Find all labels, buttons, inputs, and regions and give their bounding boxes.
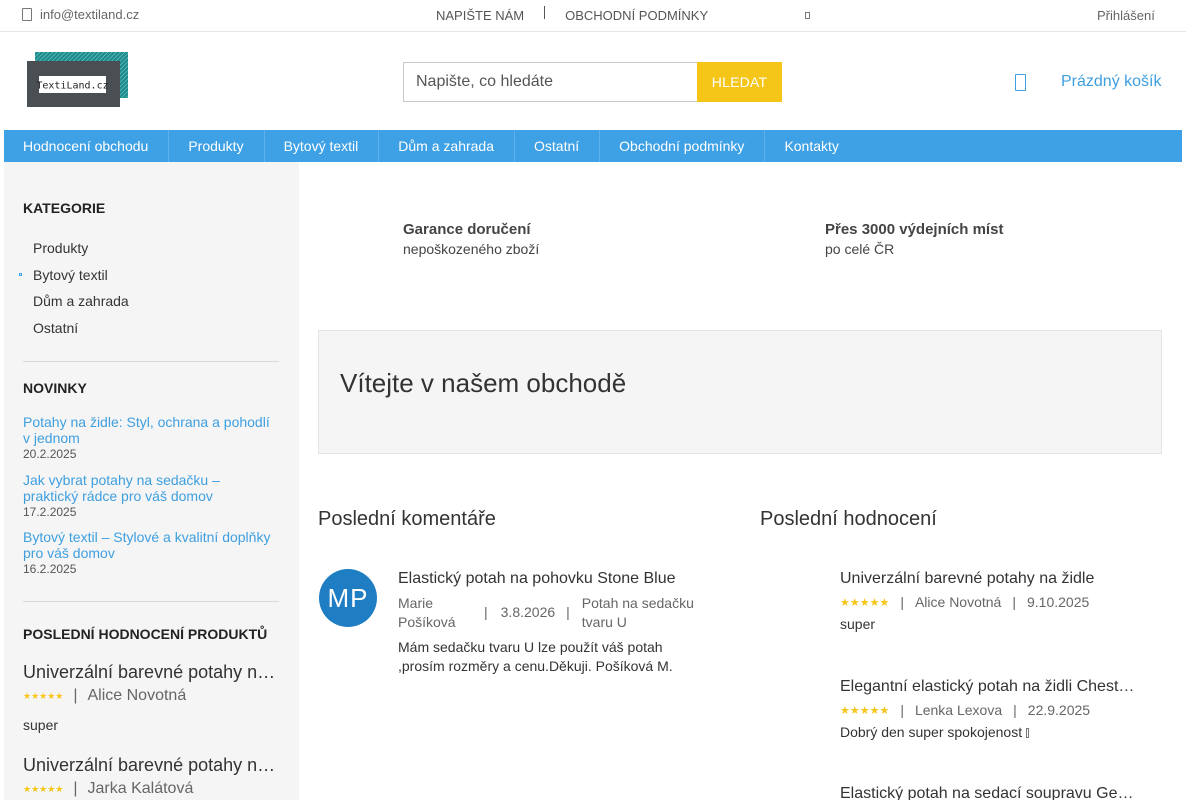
ratings-heading: Poslední hodnocení — [760, 508, 937, 530]
star-rating: ★★★★★ — [840, 704, 890, 717]
cart-link[interactable]: Prázdný košík — [1061, 73, 1161, 91]
rating-product-link[interactable]: Univerzální barevné potahy na židle — [840, 570, 1136, 588]
benefit-delivery: Garance doručení nepoškozeného zboží — [403, 221, 539, 257]
nav-item-home-garden[interactable]: Dům a zahrada — [379, 130, 515, 162]
rating-comment: Dobrý den super spokojenost — [840, 724, 1140, 740]
meta-divider: | — [900, 702, 904, 718]
category-label: Produkty — [33, 240, 89, 256]
sidebar-divider — [23, 601, 279, 602]
news-item: Bytový textil – Stylové a kvalitní doplň… — [23, 529, 279, 576]
terms-link[interactable]: OBCHODNÍ PODMÍNKY — [565, 8, 708, 23]
category-list: Produkty Bytový textil Dům a zahrada Ost… — [19, 240, 129, 347]
review-product-link[interactable]: Univerzální barevné potahy na židle — [23, 755, 279, 776]
email-text: info@textiland.cz — [40, 7, 140, 22]
logo-text: TextiLand.cz — [36, 81, 108, 92]
logo-graphic: TextiLand.cz — [27, 52, 128, 107]
meta-divider: | — [73, 780, 78, 797]
comments-heading: Poslední komentáře — [318, 508, 496, 530]
expand-icon — [19, 272, 22, 276]
category-label: Bytový textil — [33, 266, 108, 283]
phone-icon — [22, 8, 32, 21]
review-author: Alice Novotná — [87, 687, 187, 704]
meta-divider: | — [1012, 594, 1016, 610]
comment-title-link[interactable]: Elastický potah na pohovku Stone Blue — [398, 570, 676, 588]
product-reviews-heading: POSLEDNÍ HODNOCENÍ PRODUKTŮ — [23, 626, 268, 642]
search-input[interactable] — [403, 62, 697, 102]
nav-item-home-textile[interactable]: Bytový textil — [265, 130, 380, 162]
smile-icon — [1026, 728, 1029, 738]
comment-date: 3.8.2026 — [500, 604, 556, 620]
rating-date: 9.10.2025 — [1026, 594, 1090, 610]
meta-divider: | — [484, 604, 488, 620]
star-rating: ★★★★★ — [23, 783, 64, 794]
avatar: MP — [319, 569, 377, 627]
rating-comment: super — [840, 616, 876, 632]
news-item: Potahy na židle: Styl, ochrana a pohodlí… — [23, 414, 279, 461]
category-item-other[interactable]: Ostatní — [33, 320, 129, 347]
nav-item-store-reviews[interactable]: Hodnocení obchodu — [4, 130, 170, 162]
category-item-home-garden[interactable]: Dům a zahrada — [33, 293, 129, 320]
search-button[interactable]: HLEDAT — [697, 62, 782, 102]
meta-divider: | — [1013, 702, 1017, 718]
meta-divider: | — [73, 687, 78, 704]
category-item-products[interactable]: Produkty — [33, 240, 129, 267]
main-nav: Hodnocení obchodu Produkty Bytový textil… — [4, 130, 1182, 162]
meta-divider: | — [566, 604, 570, 620]
welcome-heading: Vítejte v našem obchodě — [340, 368, 627, 398]
comment-body: Mám sedačku tvaru U lze použít váš potah… — [398, 639, 673, 674]
top-links-divider — [544, 6, 546, 19]
category-item-home-textile[interactable]: Bytový textil — [19, 266, 129, 294]
benefit-title: Garance doručení — [403, 221, 531, 238]
rating-author: Alice Novotná — [914, 594, 1002, 610]
benefit-title: Přes 3000 výdejních míst — [825, 221, 1004, 238]
meta-divider: | — [900, 594, 904, 610]
news-title-link[interactable]: Bytový textil – Stylové a kvalitní doplň… — [23, 529, 279, 561]
rating-date: 22.9.2025 — [1027, 702, 1091, 718]
rating-author: Lenka Lexova — [914, 702, 1003, 718]
news-item: Jak vybrat potahy na sedačku – praktický… — [23, 472, 279, 519]
product-review: Univerzální barevné potahy na židle ★★★★… — [23, 662, 279, 733]
news-date: 17.2.2025 — [23, 505, 77, 519]
rating-item: Elegantní elastický potah na židli Chest… — [840, 678, 1140, 740]
rating-item: Univerzální barevné potahy na židle ★★★★… — [840, 570, 1140, 632]
welcome-box: Vítejte v našem obchodě — [318, 330, 1162, 454]
review-author: Jarka Kalátová — [87, 780, 194, 797]
rating-product-link[interactable]: Elastický potah na sedací soupravu Geome… — [840, 785, 1136, 800]
category-label: Ostatní — [33, 319, 79, 336]
sidebar-divider — [23, 361, 279, 362]
category-label: Dům a zahrada — [33, 293, 129, 310]
rating-product-link[interactable]: Elegantní elastický potah na židli Chest… — [840, 678, 1136, 696]
cart-icon[interactable] — [1015, 74, 1026, 91]
nav-item-contacts[interactable]: Kontakty — [765, 130, 858, 162]
logo[interactable]: TextiLand.cz — [27, 52, 128, 107]
news-title-link[interactable]: Potahy na židle: Styl, ochrana a pohodlí… — [23, 414, 279, 446]
benefit-subtitle: po celé ČR — [825, 241, 895, 257]
comment-author: Marie Pošíková — [398, 595, 456, 630]
rating-comment-text: Dobrý den super spokojenost — [840, 724, 1026, 740]
comment-product-link[interactable]: Potah na sedačku tvaru U — [582, 594, 702, 632]
sidebar: KATEGORIE Produkty Bytový textil Dům a z… — [4, 162, 299, 800]
news-heading: NOVINKY — [23, 380, 87, 396]
login-link[interactable]: Přihlášení — [1097, 8, 1155, 23]
top-bar: info@textiland.cz NAPIŠTE NÁM OBCHODNÍ P… — [0, 0, 1186, 32]
news-date: 20.2.2025 — [23, 447, 77, 461]
lock-icon[interactable] — [805, 12, 810, 19]
star-rating: ★★★★★ — [840, 596, 890, 609]
nav-item-terms[interactable]: Obchodní podmínky — [600, 130, 766, 162]
rating-item: Elastický potah na sedací soupravu Geome… — [840, 785, 1140, 800]
star-rating: ★★★★★ — [23, 690, 64, 701]
review-comment: super — [23, 717, 59, 733]
review-product-link[interactable]: Univerzální barevné potahy na židle — [23, 662, 279, 683]
categories-heading: KATEGORIE — [23, 200, 106, 216]
top-links: NAPIŠTE NÁM OBCHODNÍ PODMÍNKY — [436, 6, 708, 23]
nav-item-products[interactable]: Produkty — [169, 130, 265, 162]
benefit-pickup-points: Přes 3000 výdejních míst po celé ČR — [825, 221, 1003, 257]
news-date: 16.2.2025 — [23, 562, 77, 576]
benefit-subtitle: nepoškozeného zboží — [403, 241, 540, 257]
nav-item-other[interactable]: Ostatní — [515, 130, 601, 162]
news-title-link[interactable]: Jak vybrat potahy na sedačku – praktický… — [23, 472, 279, 504]
email-link[interactable]: info@textiland.cz — [22, 7, 139, 22]
product-review: Univerzální barevné potahy na židle ★★★★… — [23, 755, 279, 798]
contact-link[interactable]: NAPIŠTE NÁM — [436, 8, 524, 23]
